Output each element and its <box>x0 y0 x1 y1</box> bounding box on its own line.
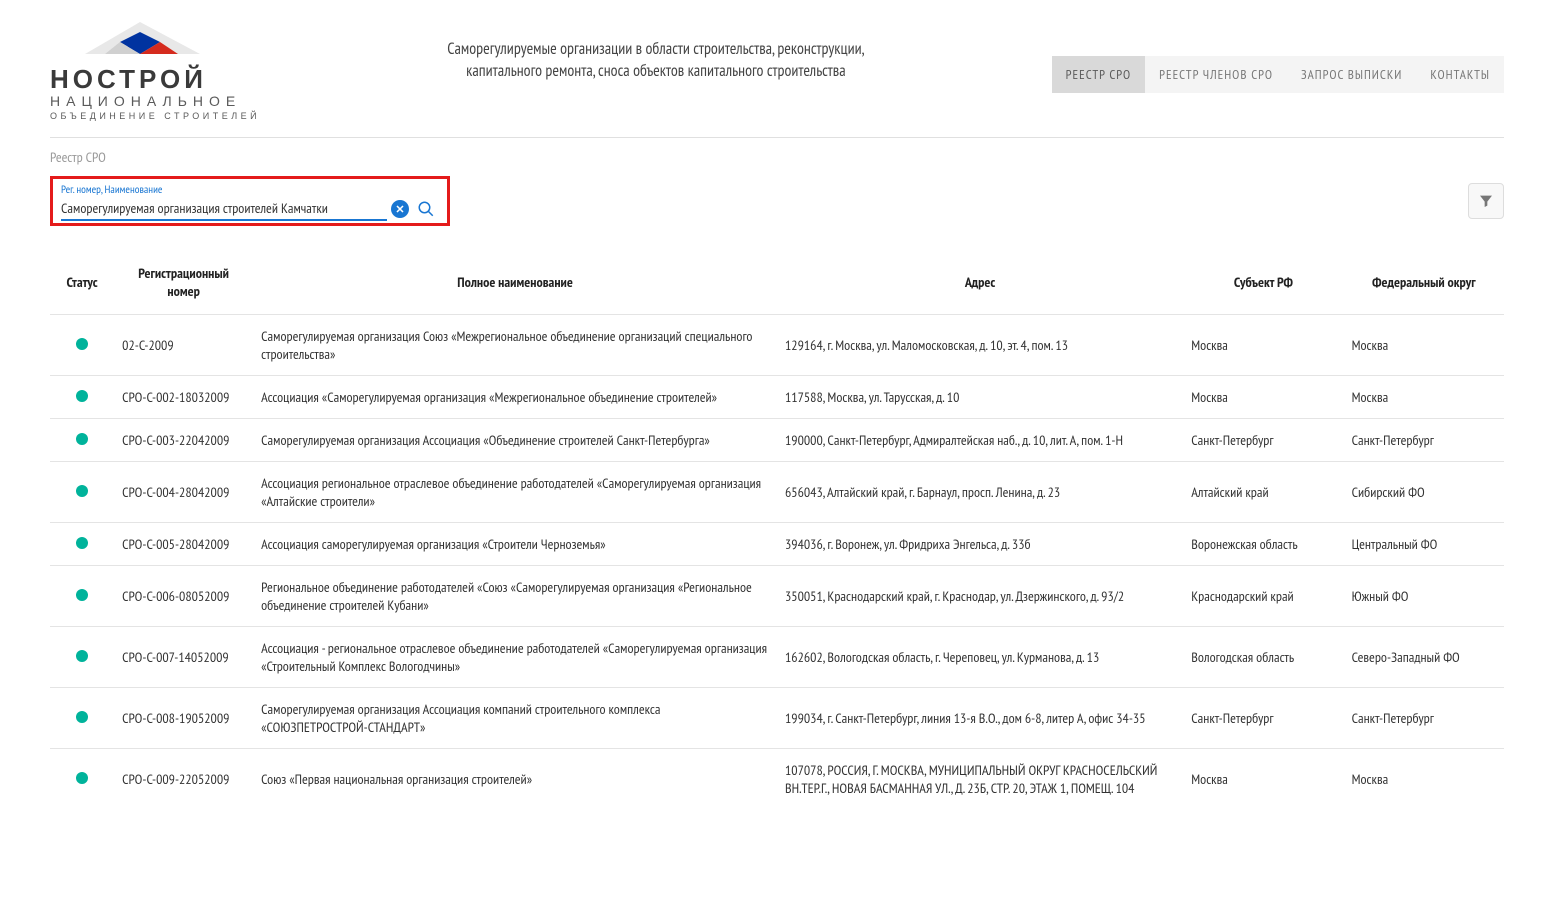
logo[interactable]: НОСТРОЙ НАЦИОНАЛЬНОЕ ОБЪЕДИНЕНИЕ СТРОИТЕ… <box>50 14 260 121</box>
status-dot <box>76 485 88 497</box>
cell-subj: Воронежская область <box>1183 523 1343 566</box>
nav-extract[interactable]: ЗАПРОС ВЫПИСКИ <box>1287 56 1416 93</box>
col-name: Полное наименование <box>253 256 777 315</box>
table-row[interactable]: СРО-С-003-22042009Саморегулируемая орган… <box>50 419 1504 462</box>
status-dot <box>76 390 88 402</box>
cell-subj: Москва <box>1183 376 1343 419</box>
search-button[interactable] <box>413 198 439 220</box>
table-row[interactable]: СРО-С-007-14052009Ассоциация - региональ… <box>50 627 1504 688</box>
clear-icon <box>391 200 409 218</box>
cell-name: Региональное объединение работодателей «… <box>253 566 777 627</box>
cell-dist: Москва <box>1344 749 1504 810</box>
status-dot <box>76 650 88 662</box>
divider <box>50 137 1504 138</box>
filter-icon <box>1478 193 1494 209</box>
cell-name: Ассоциация «Саморегулируемая организация… <box>253 376 777 419</box>
clear-button[interactable] <box>387 198 413 220</box>
main-nav: РЕЕСТР СРО РЕЕСТР ЧЛЕНОВ СРО ЗАПРОС ВЫПИ… <box>1052 14 1504 93</box>
cell-subj: Санкт-Петербург <box>1183 688 1343 749</box>
cell-subj: Краснодарский край <box>1183 566 1343 627</box>
table-header-row: Статус Регистрационный номер Полное наим… <box>50 256 1504 315</box>
col-dist: Федеральный округ <box>1344 256 1504 315</box>
nav-contacts[interactable]: КОНТАКТЫ <box>1416 56 1504 93</box>
nav-members[interactable]: РЕЕСТР ЧЛЕНОВ СРО <box>1145 56 1287 93</box>
status-dot <box>76 338 88 350</box>
table-row[interactable]: СРО-С-004-28042009Ассоциация регионально… <box>50 462 1504 523</box>
logo-sub2: ОБЪЕДИНЕНИЕ СТРОИТЕЛЕЙ <box>50 111 260 121</box>
cell-subj: Вологодская область <box>1183 627 1343 688</box>
cell-name: Саморегулируемая организация Ассоциация … <box>253 419 777 462</box>
col-addr: Адрес <box>777 256 1183 315</box>
cell-addr: 107078, РОССИЯ, Г. МОСКВА, МУНИЦИПАЛЬНЫЙ… <box>777 749 1183 810</box>
cell-addr: 656043, Алтайский край, г. Барнаул, прос… <box>777 462 1183 523</box>
logo-text: НОСТРОЙ <box>50 64 207 95</box>
search-box: Рег. номер, Наименование <box>50 176 450 226</box>
cell-name: Ассоциация - региональное отраслевое объ… <box>253 627 777 688</box>
cell-addr: 394036, г. Воронеж, ул. Фридриха Энгельс… <box>777 523 1183 566</box>
cell-reg: СРО-С-006-08052009 <box>114 566 253 627</box>
logo-sub1: НАЦИОНАЛЬНОЕ <box>50 93 241 109</box>
cell-addr: 190000, Санкт-Петербург, Адмиралтейская … <box>777 419 1183 462</box>
cell-subj: Москва <box>1183 315 1343 376</box>
cell-reg: СРО-С-007-14052009 <box>114 627 253 688</box>
cell-subj: Москва <box>1183 749 1343 810</box>
cell-reg: 02-С-2009 <box>114 315 253 376</box>
cell-dist: Санкт-Петербург <box>1344 419 1504 462</box>
cell-name: Союз «Первая национальная организация ст… <box>253 749 777 810</box>
search-icon <box>417 200 435 218</box>
status-dot <box>76 589 88 601</box>
col-subj: Субъект РФ <box>1183 256 1343 315</box>
table-row[interactable]: СРО-С-009-22052009Союз «Первая националь… <box>50 749 1504 810</box>
cell-dist: Москва <box>1344 315 1504 376</box>
status-dot <box>76 772 88 784</box>
breadcrumb: Реестр СРО <box>0 144 1554 170</box>
cell-name: Ассоциация региональное отраслевое объед… <box>253 462 777 523</box>
cell-name: Саморегулируемая организация Ассоциация … <box>253 688 777 749</box>
cell-dist: Сибирский ФО <box>1344 462 1504 523</box>
header-tagline: Саморегулируемые организации в области с… <box>260 14 1052 82</box>
cell-reg: СРО-С-002-18032009 <box>114 376 253 419</box>
cell-reg: СРО-С-009-22052009 <box>114 749 253 810</box>
status-dot <box>76 433 88 445</box>
search-input[interactable] <box>61 197 387 221</box>
cell-addr: 350051, Краснодарский край, г. Краснодар… <box>777 566 1183 627</box>
cell-dist: Северо-Западный ФО <box>1344 627 1504 688</box>
status-dot <box>76 537 88 549</box>
cell-subj: Алтайский край <box>1183 462 1343 523</box>
status-dot <box>76 711 88 723</box>
cell-reg: СРО-С-004-28042009 <box>114 462 253 523</box>
cell-addr: 162602, Вологодская область, г. Черепове… <box>777 627 1183 688</box>
cell-subj: Санкт-Петербург <box>1183 419 1343 462</box>
filter-button[interactable] <box>1468 183 1504 219</box>
col-status: Статус <box>50 256 114 315</box>
table-row[interactable]: СРО-С-005-28042009Ассоциация саморегулир… <box>50 523 1504 566</box>
table-row[interactable]: 02-С-2009Саморегулируемая организация Со… <box>50 315 1504 376</box>
cell-addr: 117588, Москва, ул. Тарусская, д. 10 <box>777 376 1183 419</box>
cell-addr: 129164, г. Москва, ул. Маломосковская, д… <box>777 315 1183 376</box>
cell-reg: СРО-С-008-19052009 <box>114 688 253 749</box>
table-row[interactable]: СРО-С-008-19052009Саморегулируемая орган… <box>50 688 1504 749</box>
cell-name: Саморегулируемая организация Союз «Межре… <box>253 315 777 376</box>
col-reg: Регистрационный номер <box>114 256 253 315</box>
cell-dist: Санкт-Петербург <box>1344 688 1504 749</box>
cell-dist: Москва <box>1344 376 1504 419</box>
cell-addr: 199034, г. Санкт-Петербург, линия 13-я В… <box>777 688 1183 749</box>
cell-name: Ассоциация саморегулируемая организация … <box>253 523 777 566</box>
cell-dist: Южный ФО <box>1344 566 1504 627</box>
cell-dist: Центральный ФО <box>1344 523 1504 566</box>
nav-sro[interactable]: РЕЕСТР СРО <box>1052 56 1145 93</box>
table-row[interactable]: СРО-С-002-18032009Ассоциация «Саморегули… <box>50 376 1504 419</box>
results-table: Статус Регистрационный номер Полное наим… <box>50 256 1504 809</box>
table-row[interactable]: СРО-С-006-08052009Региональное объединен… <box>50 566 1504 627</box>
cell-reg: СРО-С-005-28042009 <box>114 523 253 566</box>
cell-reg: СРО-С-003-22042009 <box>114 419 253 462</box>
search-label: Рег. номер, Наименование <box>61 183 439 197</box>
